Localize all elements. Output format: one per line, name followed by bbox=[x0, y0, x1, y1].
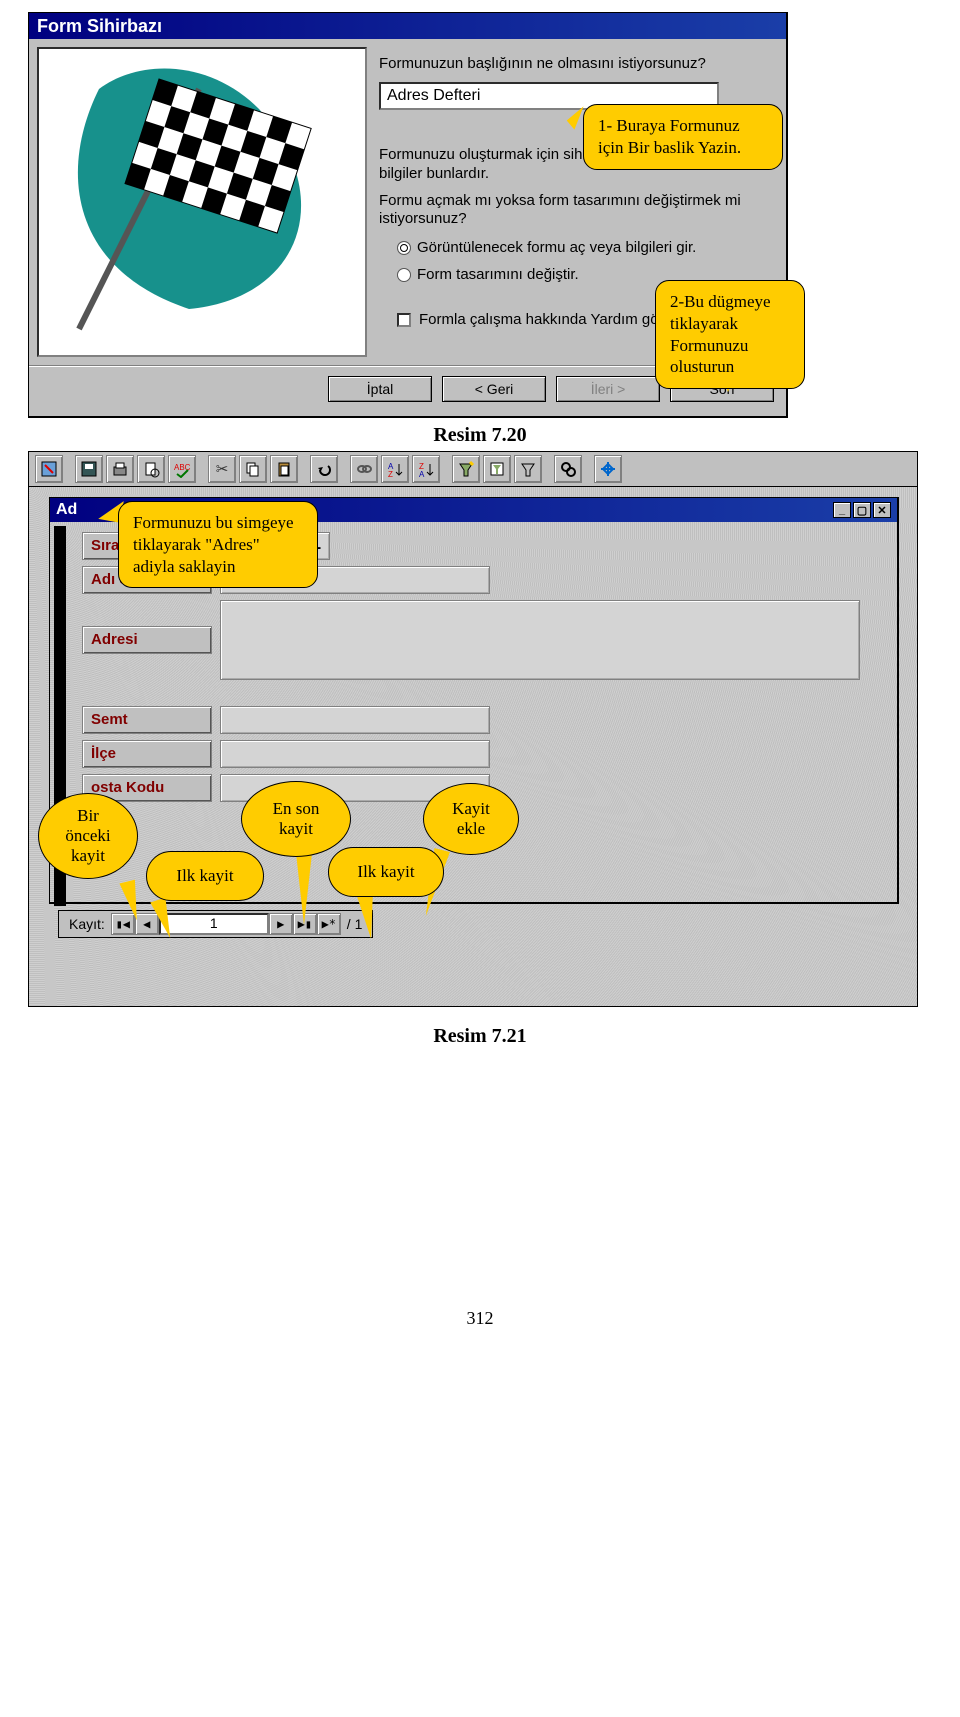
bubble-first2-text: Ilk kayit bbox=[357, 862, 414, 882]
radio-dot-icon bbox=[397, 241, 411, 255]
field-adresi[interactable] bbox=[220, 600, 860, 680]
bubble-add-text: Kayit ekle bbox=[442, 799, 500, 839]
toolbar-find-icon[interactable] bbox=[554, 455, 582, 483]
callout-2-text: 2-Bu dügmeye tiklayarak Formunuzu olustu… bbox=[670, 292, 771, 376]
page-number: 312 bbox=[28, 1308, 932, 1329]
svg-text:Z: Z bbox=[388, 470, 393, 478]
field-semt[interactable] bbox=[220, 706, 490, 734]
callout-2: 2-Bu dügmeye tiklayarak Formunuzu olustu… bbox=[655, 280, 805, 389]
wizard-titlebar: Form Sihirbazı bbox=[29, 13, 786, 39]
callout-3: Formunuzu bu simgeye tiklayarak "Adres" … bbox=[118, 501, 318, 588]
toolbar-newrecord-icon[interactable] bbox=[594, 455, 622, 483]
field-ilce[interactable] bbox=[220, 740, 490, 768]
bubble-first-record: Ilk kayit bbox=[146, 851, 264, 901]
wizard-para2: Formu açmak mı yoksa form tasarımını değ… bbox=[379, 192, 770, 230]
wizard-flag-graphic bbox=[37, 47, 367, 357]
toolbar-paste-icon[interactable] bbox=[270, 455, 298, 483]
minimize-icon[interactable]: _ bbox=[833, 502, 851, 518]
bubble-prev-record: Bir önceki kayit bbox=[38, 793, 138, 879]
radio-open-form[interactable]: Görüntülenecek formu aç veya bilgileri g… bbox=[397, 239, 770, 256]
new-record-button[interactable]: ▶* bbox=[317, 913, 341, 935]
access-toolbar: ABC ✂ AZ ZA bbox=[28, 451, 918, 487]
toolbar-apply-filter-icon[interactable] bbox=[514, 455, 542, 483]
toolbar-copy-icon[interactable] bbox=[239, 455, 267, 483]
toolbar-sort-asc-icon[interactable]: AZ bbox=[381, 455, 409, 483]
toolbar-sort-desc-icon[interactable]: ZA bbox=[412, 455, 440, 483]
toolbar-preview-icon[interactable] bbox=[137, 455, 165, 483]
bubble-last-text: En son kayit bbox=[260, 799, 332, 839]
svg-text:A: A bbox=[419, 470, 425, 478]
toolbar-filter-selection-icon[interactable] bbox=[452, 455, 480, 483]
bubble-first-text: Ilk kayit bbox=[176, 866, 233, 886]
callout-1: 1- Buraya Formunuz için Bir baslik Yazin… bbox=[583, 104, 783, 170]
toolbar-cut-icon[interactable]: ✂ bbox=[208, 455, 236, 483]
record-navigator: Kayıt: ▮◀ ◀ 1 ▶ ▶▮ ▶* / 1 bbox=[58, 910, 373, 938]
caption-721: Resim 7.21 bbox=[28, 1025, 932, 1048]
toolbar-save-icon[interactable] bbox=[75, 455, 103, 483]
radio-design-form-label: Form tasarımını değiştir. bbox=[417, 266, 579, 283]
formwin-title: Ad bbox=[56, 501, 77, 519]
radio-dot-icon bbox=[397, 268, 411, 282]
bubble-prev-text: Bir önceki kayit bbox=[57, 806, 119, 866]
checkbox-help-label: Formla çalışma hakkında Yardım gö bbox=[419, 311, 659, 328]
callout-1-text: 1- Buraya Formunuz için Bir baslik Yazin… bbox=[598, 116, 741, 157]
wizard-title: Form Sihirbazı bbox=[37, 16, 162, 37]
callout-3-text: Formunuzu bu simgeye tiklayarak "Adres" … bbox=[133, 513, 294, 576]
wizard-question1: Formunuzun başlığının ne olmasını istiyo… bbox=[379, 55, 770, 72]
label-semt: Semt bbox=[82, 706, 212, 734]
cancel-button[interactable]: İptal bbox=[328, 376, 432, 402]
next-button: İleri > bbox=[556, 376, 660, 402]
toolbar-design-icon[interactable] bbox=[35, 455, 63, 483]
checkbox-icon bbox=[397, 313, 411, 327]
recnav-label: Kayıt: bbox=[63, 916, 111, 932]
back-button[interactable]: < Geri bbox=[442, 376, 546, 402]
toolbar-undo-icon[interactable] bbox=[310, 455, 338, 483]
bubble-last-record: En son kayit bbox=[241, 781, 351, 857]
radio-open-form-label: Görüntülenecek formu aç veya bilgileri g… bbox=[417, 239, 696, 256]
label-ilce: İlçe bbox=[82, 740, 212, 768]
toolbar-print-icon[interactable] bbox=[106, 455, 134, 483]
toolbar-filter-form-icon[interactable] bbox=[483, 455, 511, 483]
label-adresi: Adresi bbox=[82, 626, 212, 654]
bubble-first-record-2: Ilk kayit bbox=[328, 847, 444, 897]
bubble-add-record: Kayit ekle bbox=[423, 783, 519, 855]
close-icon[interactable]: ✕ bbox=[873, 502, 891, 518]
next-record-button[interactable]: ▶ bbox=[269, 913, 293, 935]
toolbar-link-icon[interactable] bbox=[350, 455, 378, 483]
caption-720: Resim 7.20 bbox=[28, 424, 932, 447]
toolbar-spellcheck-icon[interactable]: ABC bbox=[168, 455, 196, 483]
maximize-icon[interactable]: ▢ bbox=[853, 502, 871, 518]
